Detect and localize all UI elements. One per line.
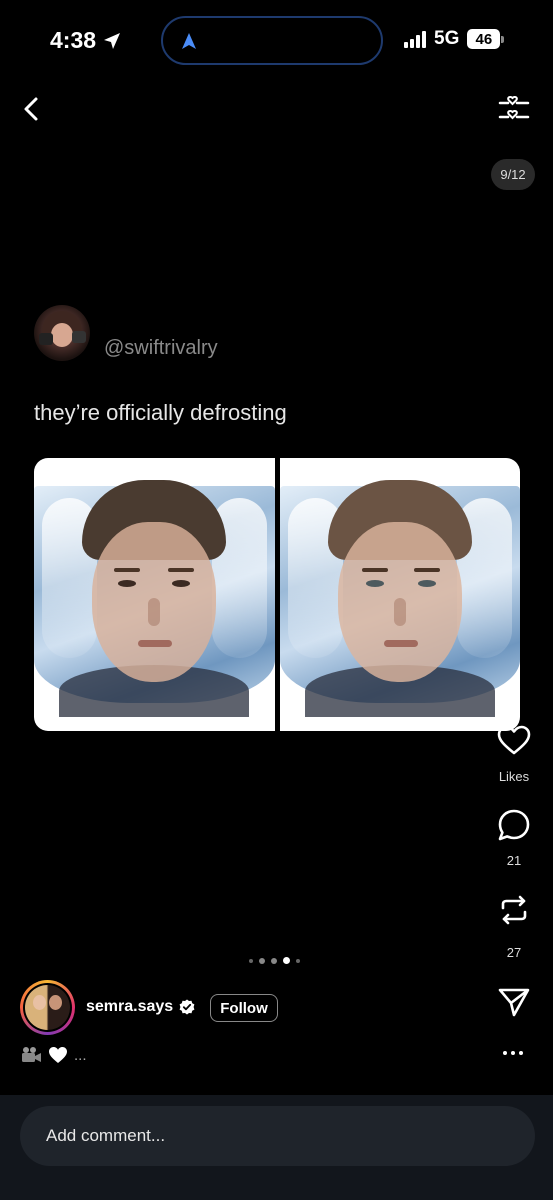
repost-icon[interactable] — [497, 893, 531, 927]
caption-ellipsis: ... — [74, 1046, 87, 1064]
filter-icon[interactable] — [497, 94, 531, 126]
status-time: 4:38 — [50, 27, 122, 54]
face-left — [78, 480, 230, 690]
carousel-dot — [259, 957, 265, 964]
navigation-arrow-icon — [182, 33, 196, 49]
comment-icon[interactable] — [497, 808, 531, 842]
time-text: 4:38 — [50, 27, 97, 53]
battery-icon: 46 — [467, 29, 505, 49]
heart-icon[interactable] — [497, 724, 531, 758]
author-avatar[interactable] — [20, 980, 75, 1035]
carousel-dot — [249, 958, 253, 963]
image-panel-left — [34, 458, 275, 731]
reposts-count: 27 — [506, 945, 522, 960]
image-panel-right — [279, 458, 520, 731]
comments-count: 21 — [506, 853, 522, 868]
battery-level: 46 — [467, 29, 501, 49]
follow-button[interactable]: Follow — [210, 994, 278, 1022]
carousel-dot-active — [283, 957, 290, 964]
carousel-dots — [249, 957, 300, 964]
carousel-dot — [296, 958, 300, 963]
author-name-row[interactable]: semra.says — [86, 998, 195, 1016]
author-name[interactable]: semra.says — [86, 998, 173, 1016]
post-handle[interactable]: @swiftrivalry — [104, 337, 218, 360]
carousel-dot — [271, 957, 277, 964]
likes-label: Likes — [498, 769, 530, 784]
face-right — [324, 480, 476, 690]
network-type: 5G — [434, 28, 460, 49]
more-icon[interactable] — [503, 1051, 523, 1055]
white-heart-icon — [49, 1047, 67, 1063]
comment-bar: Add comment... — [0, 1095, 553, 1200]
back-chevron-icon[interactable] — [18, 94, 46, 124]
page-counter: 9/12 — [491, 159, 535, 190]
caption[interactable]: ... — [20, 1046, 87, 1064]
post-text: they’re officially defrosting — [34, 400, 287, 425]
send-icon[interactable] — [497, 985, 531, 1019]
post-avatar[interactable] — [34, 305, 90, 361]
dynamic-island — [161, 16, 383, 65]
post-image[interactable] — [34, 458, 520, 731]
signal-icon — [404, 30, 426, 48]
location-arrow-icon — [104, 32, 121, 49]
verified-icon — [179, 999, 195, 1015]
status-indicators: 5G 46 — [404, 28, 505, 50]
comment-input[interactable]: Add comment... — [20, 1106, 535, 1166]
video-camera-icon — [22, 1047, 41, 1062]
